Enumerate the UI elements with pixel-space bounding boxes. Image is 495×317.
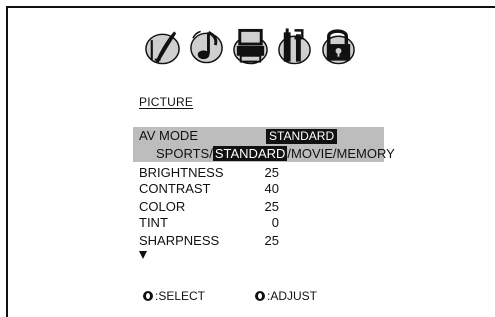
setting-row-color[interactable]: COLOR 25 (139, 199, 299, 214)
audio-icon[interactable] (187, 26, 226, 66)
setting-value: 25 (264, 165, 279, 180)
select-hint-label: :SELECT (155, 289, 206, 303)
av-mode-value[interactable]: STANDARD (266, 129, 338, 144)
picture-icon[interactable] (143, 26, 182, 66)
select-button-icon (143, 291, 153, 301)
setting-value: 25 (264, 199, 279, 214)
lock-icon[interactable] (319, 26, 358, 66)
av-mode-label: AV MODE (139, 128, 198, 143)
select-hint: :SELECT (143, 289, 205, 303)
adjust-hint-label: :ADJUST (267, 289, 318, 303)
av-mode-option-sports[interactable]: SPORTS (156, 146, 209, 161)
setting-label: TINT (139, 215, 168, 230)
menu-title: PICTURE (139, 95, 194, 109)
setting-label: SHARPNESS (139, 233, 220, 248)
setting-row-contrast[interactable]: CONTRAST 40 (139, 181, 299, 196)
setting-value: 0 (271, 215, 279, 230)
tools-icon[interactable] (275, 26, 314, 66)
av-mode-options[interactable]: SPORTS / STANDARD / MOVIE / MEMORY (156, 146, 395, 161)
setting-value: 40 (264, 181, 279, 196)
setting-value: 25 (264, 233, 279, 248)
adjust-hint: :ADJUST (255, 289, 317, 303)
av-mode-option-memory[interactable]: MEMORY (337, 146, 395, 161)
tv-setup-icon[interactable] (231, 26, 270, 66)
setting-label: COLOR (139, 199, 186, 214)
setting-row-sharpness[interactable]: SHARPNESS 25 (139, 233, 299, 248)
setting-label: BRIGHTNESS (139, 165, 224, 180)
setting-row-brightness[interactable]: BRIGHTNESS 25 (139, 165, 299, 180)
adjust-button-icon (255, 291, 265, 301)
av-mode-option-movie[interactable]: MOVIE (291, 146, 333, 161)
menu-icon-bar (143, 26, 358, 66)
av-mode-option-standard[interactable]: STANDARD (212, 146, 288, 161)
setting-row-tint[interactable]: TINT 0 (139, 215, 299, 230)
setting-label: CONTRAST (139, 181, 211, 196)
scroll-down-arrow-icon[interactable] (139, 251, 147, 259)
